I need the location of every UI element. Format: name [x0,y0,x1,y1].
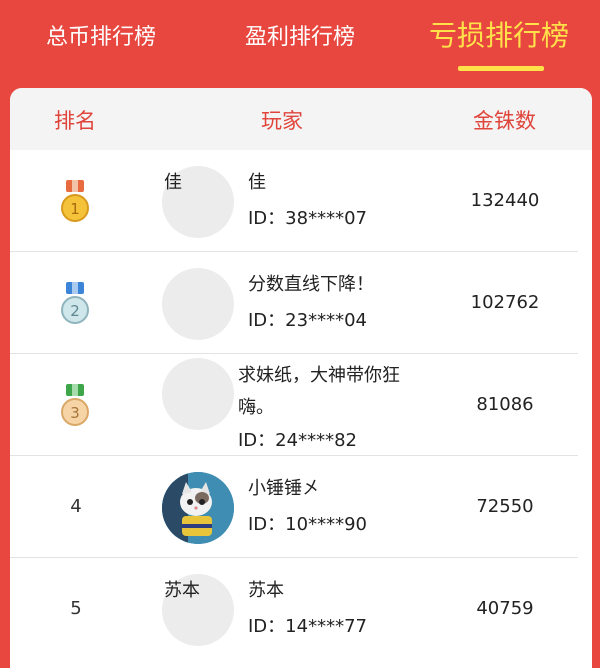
avatar-placeholder-text: 苏本 [164,580,200,601]
silver-medal-icon: 2 [61,282,89,324]
player-name: 分数直线下降！ [248,274,374,295]
avatar[interactable] [162,472,234,544]
avatar[interactable] [162,268,234,340]
player-name: 求妹纸，大神带你狂嗨。 [238,365,400,418]
ranking-tab-bar: 总币排行榜 盈利排行榜 亏损排行榜 [0,0,600,86]
player-id: ID：14****77 [248,616,367,637]
header-coins: 金铢数 [473,109,536,133]
player-name: 小锤锤㐅 [248,478,320,499]
cat-avatar-image [162,472,234,544]
leaderboard-card: 排名 玩家 金铢数 1 佳 佳 ID：38****07 132440 2 分数直… [10,88,592,668]
coin-count: 81086 [476,394,534,415]
table-row[interactable]: 2 分数直线下降！ ID：23****04 102762 [10,252,592,354]
medal-number: 1 [70,200,80,218]
gold-medal-icon: 1 [61,180,89,222]
coin-count: 132440 [470,190,540,211]
tab-total-coins[interactable]: 总币排行榜 [46,18,156,58]
rank-number: 5 [70,598,82,619]
player-id: ID：10****90 [248,514,367,535]
table-row[interactable]: 4 小锤锤㐅 ID：10****90 72550 [10,456,592,558]
avatar-placeholder-text: 佳 [164,172,182,193]
player-name: 苏本 [248,580,284,601]
player-id: ID：38****07 [248,208,367,229]
header-player: 玩家 [261,109,303,133]
header-rank: 排名 [54,109,96,133]
player-name: 佳 [248,172,266,193]
table-row[interactable]: 1 佳 佳 ID：38****07 132440 [10,150,592,252]
table-row[interactable]: 3 求妹纸，大神带你狂嗨。 ID：24****82 81086 [10,354,592,456]
medal-number: 3 [70,404,80,422]
player-id: ID：23****04 [248,310,367,331]
tab-profit[interactable]: 盈利排行榜 [245,18,355,58]
medal-number: 2 [70,302,80,320]
avatar[interactable] [162,358,234,430]
coin-count: 72550 [476,496,534,517]
tab-loss[interactable]: 亏损排行榜 [429,16,569,56]
table-header: 排名 玩家 金铢数 [10,88,592,150]
coin-count: 40759 [476,598,534,619]
bronze-medal-icon: 3 [61,384,89,426]
rank-number: 4 [70,496,82,517]
player-id: ID：24****82 [238,430,357,451]
coin-count: 102762 [470,292,540,313]
active-tab-indicator [458,66,544,71]
table-row[interactable]: 5 苏本 苏本 ID：14****77 40759 [10,558,592,660]
